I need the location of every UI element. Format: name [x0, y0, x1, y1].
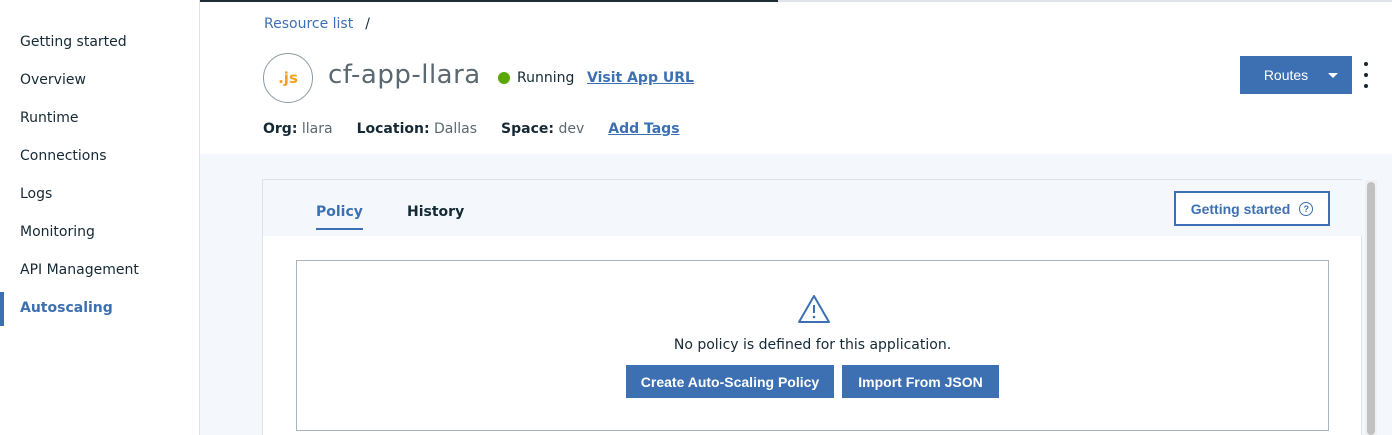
- panel-header: Policy History Getting started ?: [263, 180, 1363, 236]
- sidebar-item-logs[interactable]: Logs: [0, 176, 199, 212]
- breadcrumb-separator: /: [365, 16, 370, 32]
- getting-started-label: Getting started: [1190, 200, 1291, 217]
- overflow-menu-icon[interactable]: [1358, 62, 1374, 88]
- sidebar-item-connections[interactable]: Connections: [0, 138, 199, 174]
- sidebar-item-api-management[interactable]: API Management: [0, 252, 199, 288]
- tab-history[interactable]: History: [407, 204, 464, 228]
- routes-button[interactable]: Routes: [1240, 56, 1352, 94]
- org-value: llara: [301, 121, 333, 137]
- breadcrumb: Resource list /: [264, 16, 370, 32]
- getting-started-button[interactable]: Getting started ?: [1174, 191, 1330, 226]
- help-icon: ?: [1299, 201, 1314, 216]
- space-label: Space:: [501, 121, 554, 137]
- app-meta: Org: llara Location: Dallas Space: dev A…: [263, 121, 680, 137]
- breadcrumb-resource-list[interactable]: Resource list: [264, 16, 353, 32]
- location-label: Location:: [356, 121, 430, 137]
- routes-label: Routes: [1263, 67, 1309, 83]
- app-root: Getting started Overview Runtime Connect…: [0, 0, 1392, 435]
- meta-location: Location: Dallas: [357, 121, 477, 137]
- nodejs-app-icon: .js: [263, 53, 313, 103]
- scrollbar[interactable]: [1365, 180, 1377, 435]
- location-value: Dallas: [434, 121, 478, 137]
- sidebar-item-autoscaling[interactable]: Autoscaling: [0, 290, 199, 326]
- scrollbar-thumb[interactable]: [1367, 182, 1375, 435]
- add-tags-link[interactable]: Add Tags: [608, 121, 679, 137]
- sidebar-item-runtime[interactable]: Runtime: [0, 100, 199, 136]
- import-from-json-button[interactable]: Import From JSON: [842, 365, 999, 398]
- status-dot-icon: [498, 72, 510, 84]
- sidebar: Getting started Overview Runtime Connect…: [0, 0, 200, 435]
- meta-org: Org: llara: [263, 121, 333, 137]
- sidebar-item-overview[interactable]: Overview: [0, 62, 199, 98]
- top-border: [0, 0, 1392, 2]
- tab-policy[interactable]: Policy: [316, 204, 363, 230]
- create-autoscaling-policy-button[interactable]: Create Auto-Scaling Policy: [626, 365, 834, 398]
- empty-state-message: No policy is defined for this applicatio…: [673, 337, 952, 353]
- status-badge: Running: [498, 70, 574, 86]
- empty-state: No policy is defined for this applicatio…: [296, 260, 1329, 431]
- sidebar-item-getting-started[interactable]: Getting started: [0, 24, 199, 60]
- status-text: Running: [517, 70, 575, 86]
- org-label: Org:: [263, 121, 298, 137]
- page-title: cf-app-llara: [328, 60, 481, 90]
- sidebar-item-monitoring[interactable]: Monitoring: [0, 214, 199, 250]
- warning-icon: [798, 295, 830, 323]
- chevron-down-icon: [1328, 72, 1338, 78]
- visit-app-url-link[interactable]: Visit App URL: [587, 70, 694, 86]
- meta-space: Space: dev: [501, 121, 584, 137]
- space-value: dev: [558, 121, 585, 137]
